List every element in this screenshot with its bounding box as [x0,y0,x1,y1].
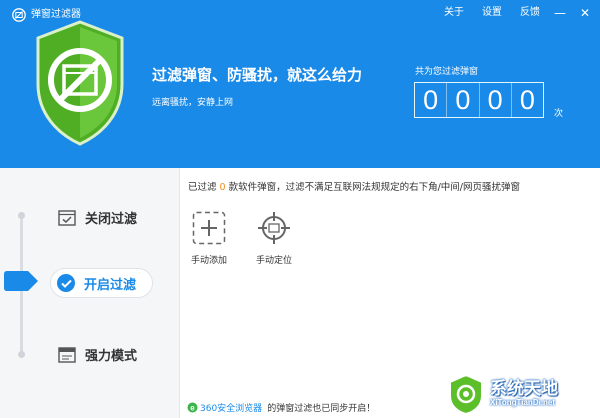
mode-close-filter[interactable]: 关闭过滤 [58,208,137,227]
checkbox-window-icon [58,209,76,226]
status-suffix: 款软件弹窗，过滤不满足互联网法规规定的右下角/中间/网页骚扰弹窗 [228,182,520,193]
about-link[interactable]: 关于 [444,6,464,20]
mode-label: 强力模式 [85,349,138,364]
mode-slider-handle[interactable] [4,271,38,291]
mode-label: 关闭过滤 [85,212,138,227]
watermark-url: XiTongTianDi.net [490,398,556,407]
counter-digit: 0 [415,83,448,117]
site-watermark: 系统天地 XiTongTianDi.net [442,370,600,418]
settings-link[interactable]: 设置 [482,6,502,20]
tool-label: 手动添加 [190,256,227,266]
tool-label: 手动定位 [255,256,292,266]
counter-digit: 0 [447,83,480,117]
check-circle-icon [57,274,75,292]
mode-strong[interactable]: 强力模式 [58,345,137,364]
browser-link[interactable]: 360安全浏览器 [200,401,262,414]
hero-headline: 过滤弹窗、防骚扰，就这么给力 [152,66,363,84]
close-button[interactable]: ✕ [580,6,590,20]
hero-subline: 远离骚扰，安静上网 [152,98,234,108]
mode-open-filter[interactable]: 开启过滤 [50,268,153,298]
sync-message: 的弹窗过滤也已同步开启！ [267,404,376,414]
counter-digit: 0 [519,85,535,115]
top-navigation: 关于 设置 反馈 — ✕ [426,6,590,20]
plus-in-dashed-box-icon [192,211,226,245]
filter-counter: 0 0 0 0 [414,82,544,118]
window-icon [58,346,76,363]
crosshair-target-icon [258,212,290,244]
minimize-button[interactable]: — [554,6,566,20]
svg-text:e: e [190,403,195,412]
app-logo-icon [12,8,26,22]
feedback-link[interactable]: 反馈 [520,6,540,20]
header-banner: 弹窗过滤器 关于 设置 反馈 — ✕ 过滤弹窗、防骚扰，就这么给力 远离骚扰，安… [0,0,600,168]
watermark-text: 系统天地 [490,379,558,399]
slider-stop-top[interactable] [18,212,25,219]
counter-label: 共为您过滤弹窗 [415,67,479,77]
counter-digit: 0 [480,83,512,117]
filter-status-text: 已过滤 0 款软件弹窗，过滤不满足互联网法规规定的右下角/中间/网页骚扰弹窗 [188,179,520,193]
shield-icon [36,20,124,146]
status-prefix: 已过滤 [188,182,217,193]
watermark-logo-icon [449,373,483,416]
manual-add-button[interactable]: 手动添加 [184,211,234,266]
browser-e-icon: e [187,402,198,413]
manual-locate-button[interactable]: 手动定位 [249,211,299,266]
filtered-count: 0 [219,182,226,193]
counter-unit: 次 [554,109,564,119]
slider-stop-bottom[interactable] [18,351,25,358]
mode-label: 开启过滤 [84,277,137,293]
sync-notice: e 360安全浏览器 的弹窗过滤也已同步开启！ [187,401,375,414]
